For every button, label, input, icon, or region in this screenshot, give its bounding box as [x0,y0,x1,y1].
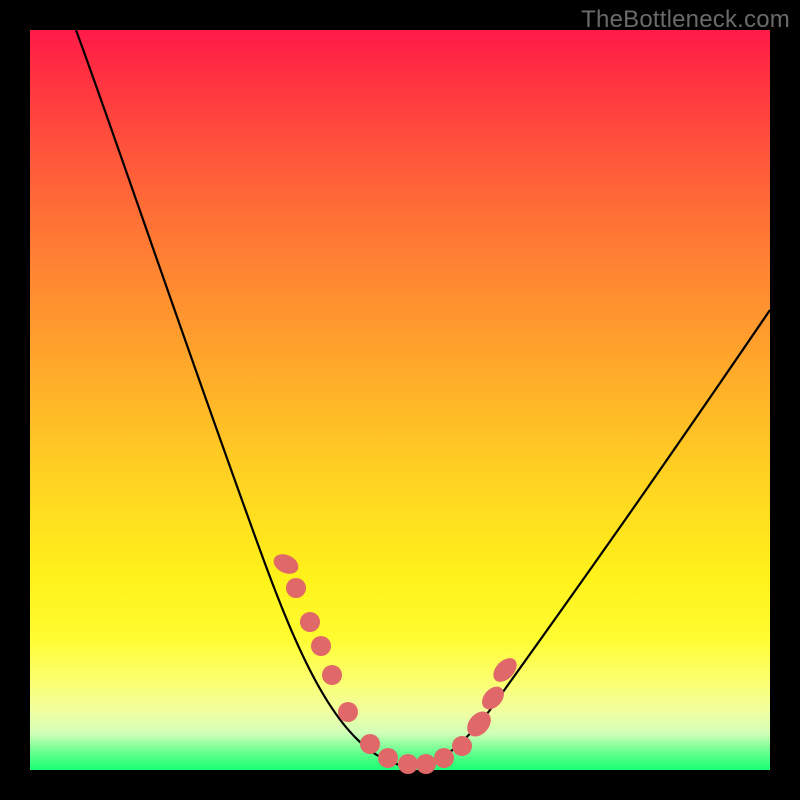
watermark-text: TheBottleneck.com [581,6,790,34]
highlighted-points-group [270,550,521,774]
curve-svg [30,30,770,770]
bottleneck-curve [76,30,770,766]
plot-area [30,30,770,770]
